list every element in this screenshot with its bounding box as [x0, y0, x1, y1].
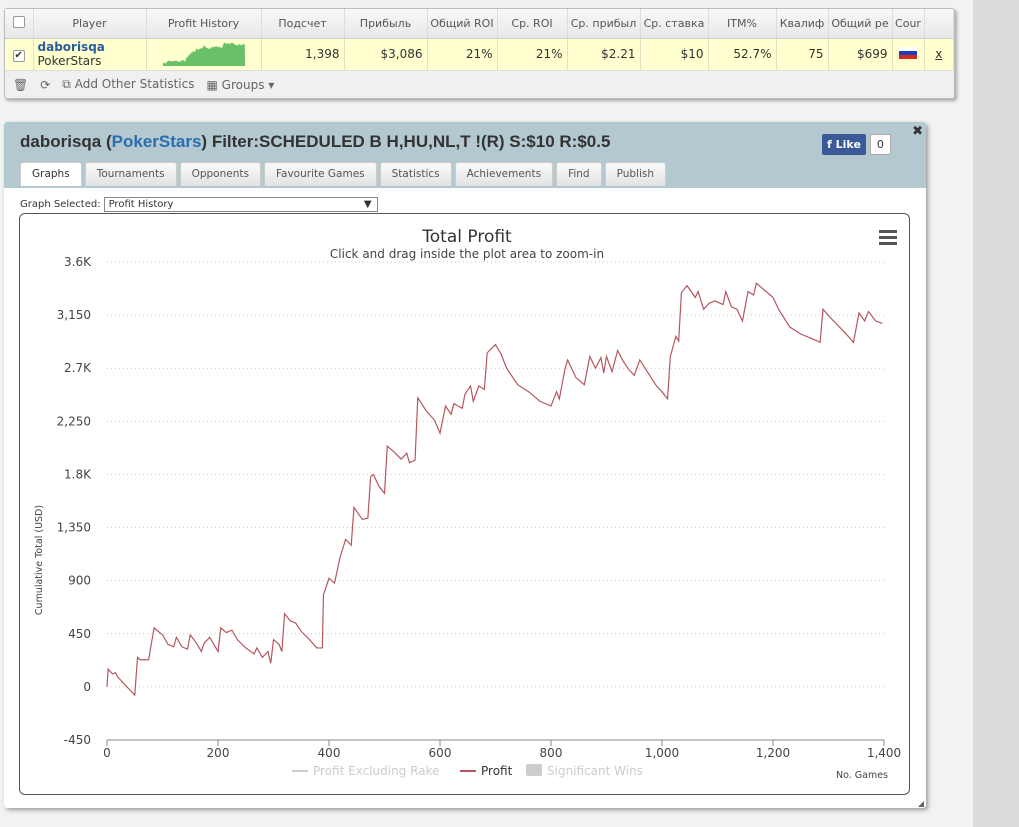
profit-chart[interactable]: Total Profit Click and drag inside the p…: [20, 214, 909, 794]
x-axis-label: No. Games: [836, 770, 888, 781]
profit-sparkline-cell: [146, 38, 262, 71]
cell-total-roi: 21%: [427, 38, 498, 71]
site-link[interactable]: PokerStars: [112, 132, 202, 151]
y-axis-label: Cumulative Total (USD): [34, 505, 45, 615]
legend-item-profit-excluding-rake[interactable]: Profit Excluding Rake: [292, 764, 439, 778]
like-count: 0: [869, 134, 891, 155]
row-checkbox-cell[interactable]: ✔: [5, 38, 34, 71]
cell-profit: $3,086: [344, 38, 428, 71]
caret-down-icon: ▾: [268, 77, 275, 92]
x-tick-label: 400: [318, 746, 341, 760]
tab-statistics[interactable]: Statistics: [379, 162, 452, 186]
col-total-roi[interactable]: Общий ROI: [427, 9, 498, 39]
cell-avg-stake: $10: [640, 38, 709, 71]
facebook-like: f Like 0: [822, 134, 891, 155]
player-graph-panel: daborisqa (PokerStars) Filter:SCHEDULED …: [4, 122, 926, 808]
col-remove: [924, 9, 954, 39]
row-checkbox[interactable]: ✔: [12, 49, 25, 62]
col-avg-profit[interactable]: Ср. прибыл: [567, 9, 641, 39]
col-count[interactable]: Подсчет: [261, 9, 345, 39]
profit-sparkline: [162, 41, 245, 66]
facebook-icon: f: [827, 138, 832, 151]
tab-favourite-games[interactable]: Favourite Games: [263, 162, 377, 186]
player-name-link[interactable]: daborisqa: [38, 40, 142, 54]
select-all-checkbox[interactable]: [12, 15, 25, 28]
chart-subtitle: Click and drag inside the plot area to z…: [330, 247, 604, 261]
y-tick-label: 3,150: [57, 308, 91, 322]
col-country[interactable]: Cour: [892, 9, 925, 39]
graph-select[interactable]: Profit History ▼: [103, 197, 378, 212]
panel-tabs: Graphs Tournaments Opponents Favourite G…: [20, 162, 667, 186]
chart-container: Total Profit Click and drag inside the p…: [19, 213, 910, 795]
y-tick-label: 1.8K: [64, 467, 92, 481]
col-profit-history[interactable]: Profit History: [146, 9, 262, 39]
tab-graphs[interactable]: Graphs: [20, 162, 82, 186]
chart-legend: Profit Excluding Rake Profit Significant…: [292, 764, 643, 778]
stats-table: Player Profit History Подсчет Прибыль Об…: [5, 9, 954, 71]
x-tick-label: 0: [103, 746, 111, 760]
close-icon[interactable]: ✖: [912, 124, 923, 139]
x-tick-label: 1,000: [645, 746, 679, 760]
col-itm[interactable]: ITM%: [708, 9, 777, 39]
tab-opponents[interactable]: Opponents: [179, 162, 261, 186]
y-tick-label: 3.6K: [64, 255, 92, 269]
cell-avg-profit: $2.21: [567, 38, 641, 71]
y-tick-label: 900: [68, 574, 91, 588]
chart-menu-icon[interactable]: [879, 230, 897, 245]
x-tick-label: 200: [207, 746, 230, 760]
cell-count: 1,398: [261, 38, 345, 71]
tab-achievements[interactable]: Achievements: [454, 162, 554, 186]
cell-itm: 52.7%: [708, 38, 777, 71]
facebook-like-button[interactable]: f Like: [822, 134, 866, 155]
svg-text:Significant Wins: Significant Wins: [547, 764, 643, 778]
legend-item-profit[interactable]: Profit: [460, 764, 513, 778]
y-tick-label: 2.7K: [64, 361, 92, 375]
col-avg-roi[interactable]: Ср. ROI: [497, 9, 568, 39]
groups-button[interactable]: ▦ Groups ▾: [207, 78, 275, 92]
y-tick-label: 2,250: [57, 414, 91, 428]
refresh-icon[interactable]: ⟳: [40, 78, 50, 92]
groups-icon: ▦: [206, 77, 218, 92]
svg-text:Profit: Profit: [481, 764, 513, 778]
x-tick-label: 600: [429, 746, 452, 760]
tab-find[interactable]: Find: [556, 162, 602, 186]
y-tick-label: 0: [83, 680, 91, 694]
table-header-row: Player Profit History Подсчет Прибыль Об…: [5, 9, 954, 39]
sparkline-area: [162, 41, 245, 66]
select-all-header[interactable]: [5, 9, 34, 39]
y-tick-label: -450: [64, 733, 91, 747]
col-profit[interactable]: Прибыль: [344, 9, 428, 39]
cell-total-re: $699: [828, 38, 893, 71]
add-other-statistics-button[interactable]: ⧉ Add Other Statistics: [62, 77, 194, 92]
panel-header: daborisqa (PokerStars) Filter:SCHEDULED …: [4, 122, 926, 188]
chart-title: Total Profit: [421, 227, 512, 247]
legend-item-significant-wins[interactable]: Significant Wins: [526, 764, 643, 778]
player-site: PokerStars: [37, 54, 102, 68]
russia-flag-icon: [899, 46, 917, 59]
panel-title: daborisqa (PokerStars) Filter:SCHEDULED …: [20, 132, 611, 151]
x-tick-label: 1,200: [756, 746, 790, 760]
graph-selected-label: Graph Selected:: [20, 199, 101, 210]
stats-table-panel: Player Profit History Подсчет Прибыль Об…: [4, 8, 955, 99]
table-row: ✔ daborisqa PokerStars 1,398 $3,086 21% 2…: [5, 38, 954, 71]
x-tick-label: 1,400: [867, 746, 901, 760]
col-player[interactable]: Player: [33, 9, 147, 39]
remove-row-link[interactable]: x: [935, 47, 942, 61]
tab-tournaments[interactable]: Tournaments: [84, 162, 177, 186]
page-scroll-area: [973, 0, 1019, 827]
y-tick-label: 450: [68, 627, 91, 641]
x-tick-label: 800: [540, 746, 563, 760]
col-qualif[interactable]: Квалиф: [776, 9, 829, 39]
col-avg-stake[interactable]: Ср. ставка: [640, 9, 709, 39]
resize-handle-icon[interactable]: ◢: [918, 799, 924, 808]
tab-publish[interactable]: Publish: [604, 162, 667, 186]
windows-icon: ⧉: [62, 77, 71, 91]
col-total-re[interactable]: Общий ре: [828, 9, 893, 39]
y-tick-label: 1,350: [57, 521, 91, 535]
trash-icon[interactable]: 🗑: [13, 78, 28, 92]
cell-qualif: 75: [776, 38, 829, 71]
svg-text:Profit Excluding Rake: Profit Excluding Rake: [313, 764, 439, 778]
dropdown-arrow-icon: ▼: [363, 199, 372, 210]
cell-avg-roi: 21%: [497, 38, 568, 71]
